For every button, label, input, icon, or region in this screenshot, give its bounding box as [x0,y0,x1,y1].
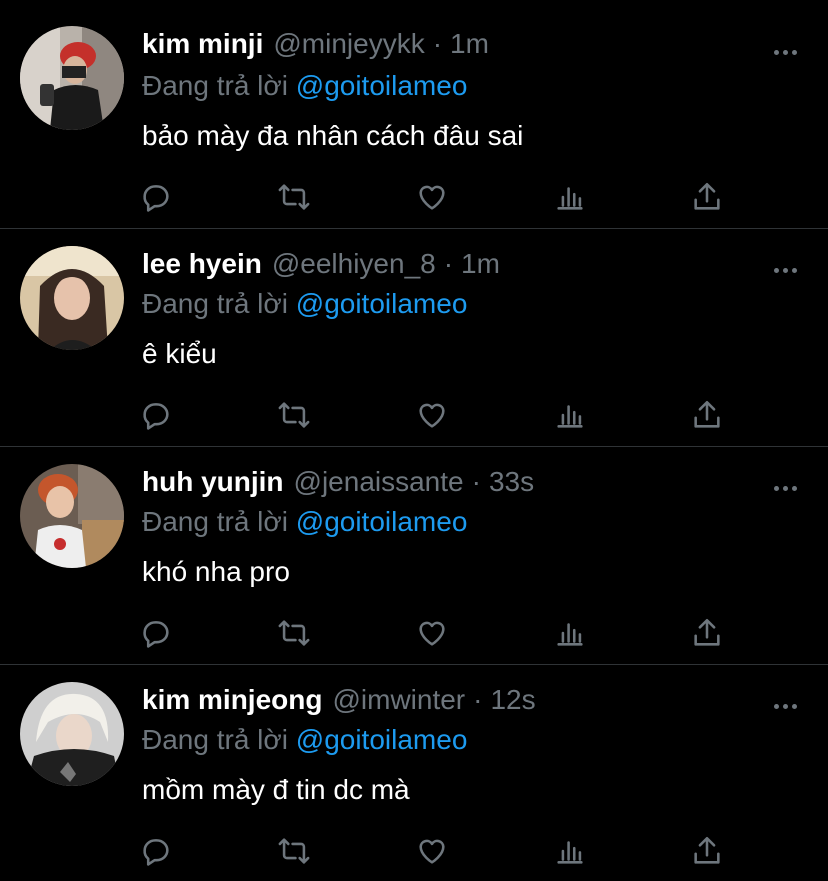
replying-to: Đang trả lời @goitoilameo [142,288,467,320]
tweet-text: bảo mày đa nhân cách đâu sai [142,120,524,151]
tweet-header: kim minji @minjeyykk · 1m [142,28,489,68]
reply-icon[interactable] [138,180,174,214]
mention-link[interactable]: @goitoilameo [296,70,468,101]
replying-to-label: Đang trả lời [142,288,288,319]
action-bar [0,616,828,650]
action-bar [0,180,828,214]
mention-link[interactable]: @goitoilameo [296,724,468,755]
user-handle[interactable]: @jenaissante [294,466,464,498]
avatar[interactable] [20,246,124,350]
replying-to: Đang trả lời @goitoilameo [142,70,467,102]
retweet-icon[interactable] [276,616,312,650]
more-icon[interactable] [774,260,802,280]
more-icon[interactable] [774,42,802,62]
action-bar [0,398,828,432]
tweet-card[interactable]: lee hyein @eelhiyen_8 · 1m Đang trả lời … [0,218,828,436]
timestamp[interactable]: 12s [490,684,535,716]
more-icon[interactable] [774,478,802,498]
like-icon[interactable] [414,398,450,432]
share-icon[interactable] [689,180,725,214]
display-name[interactable]: huh yunjin [142,466,284,498]
reply-icon[interactable] [138,398,174,432]
retweet-icon[interactable] [276,398,312,432]
user-handle[interactable]: @minjeyykk [273,28,424,60]
action-bar [0,834,828,868]
replying-to-label: Đang trả lời [142,724,288,755]
share-icon[interactable] [689,834,725,868]
tweet-header: kim minjeong @imwinter · 12s [142,684,536,724]
reply-icon[interactable] [138,834,174,868]
replying-to: Đang trả lời @goitoilameo [142,724,467,756]
more-icon[interactable] [774,696,802,716]
tweet-card[interactable]: huh yunjin @jenaissante · 33s Đang trả l… [0,436,828,654]
reply-icon[interactable] [138,616,174,650]
mention-link[interactable]: @goitoilameo [296,288,468,319]
user-handle[interactable]: @eelhiyen_8 [272,248,436,280]
analytics-icon[interactable] [552,398,588,432]
separator: · [432,28,443,59]
analytics-icon[interactable] [552,180,588,214]
replying-to-label: Đang trả lời [142,506,288,537]
separator: · [471,466,481,497]
tweet-text: mồm mày đ tin dc mà [142,774,410,805]
avatar[interactable] [20,464,124,568]
tweet-text: ê kiểu [142,338,217,369]
tweet-text: khó nha pro [142,556,290,587]
tweet-card[interactable]: kim minjeong @imwinter · 12s Đang trả lờ… [0,654,828,872]
avatar[interactable] [20,26,124,130]
separator: · [473,684,483,715]
like-icon[interactable] [414,616,450,650]
share-icon[interactable] [689,616,725,650]
separator: · [443,248,454,279]
tweet-card[interactable]: kim minji @minjeyykk · 1m Đang trả lời @… [0,0,828,218]
analytics-icon[interactable] [552,834,588,868]
like-icon[interactable] [414,834,450,868]
replying-to-label: Đang trả lời [142,70,288,101]
display-name[interactable]: kim minji [142,28,263,60]
tweet-header: huh yunjin @jenaissante · 33s [142,466,534,506]
timestamp[interactable]: 33s [489,466,534,498]
avatar[interactable] [20,682,124,786]
like-icon[interactable] [414,180,450,214]
timestamp[interactable]: 1m [461,248,500,280]
user-handle[interactable]: @imwinter [332,684,465,716]
display-name[interactable]: lee hyein [142,248,262,280]
mention-link[interactable]: @goitoilameo [296,506,468,537]
share-icon[interactable] [689,398,725,432]
retweet-icon[interactable] [276,834,312,868]
display-name[interactable]: kim minjeong [142,684,322,716]
tweet-header: lee hyein @eelhiyen_8 · 1m [142,248,500,288]
analytics-icon[interactable] [552,616,588,650]
retweet-icon[interactable] [276,180,312,214]
timestamp[interactable]: 1m [450,28,489,60]
replying-to: Đang trả lời @goitoilameo [142,506,467,538]
